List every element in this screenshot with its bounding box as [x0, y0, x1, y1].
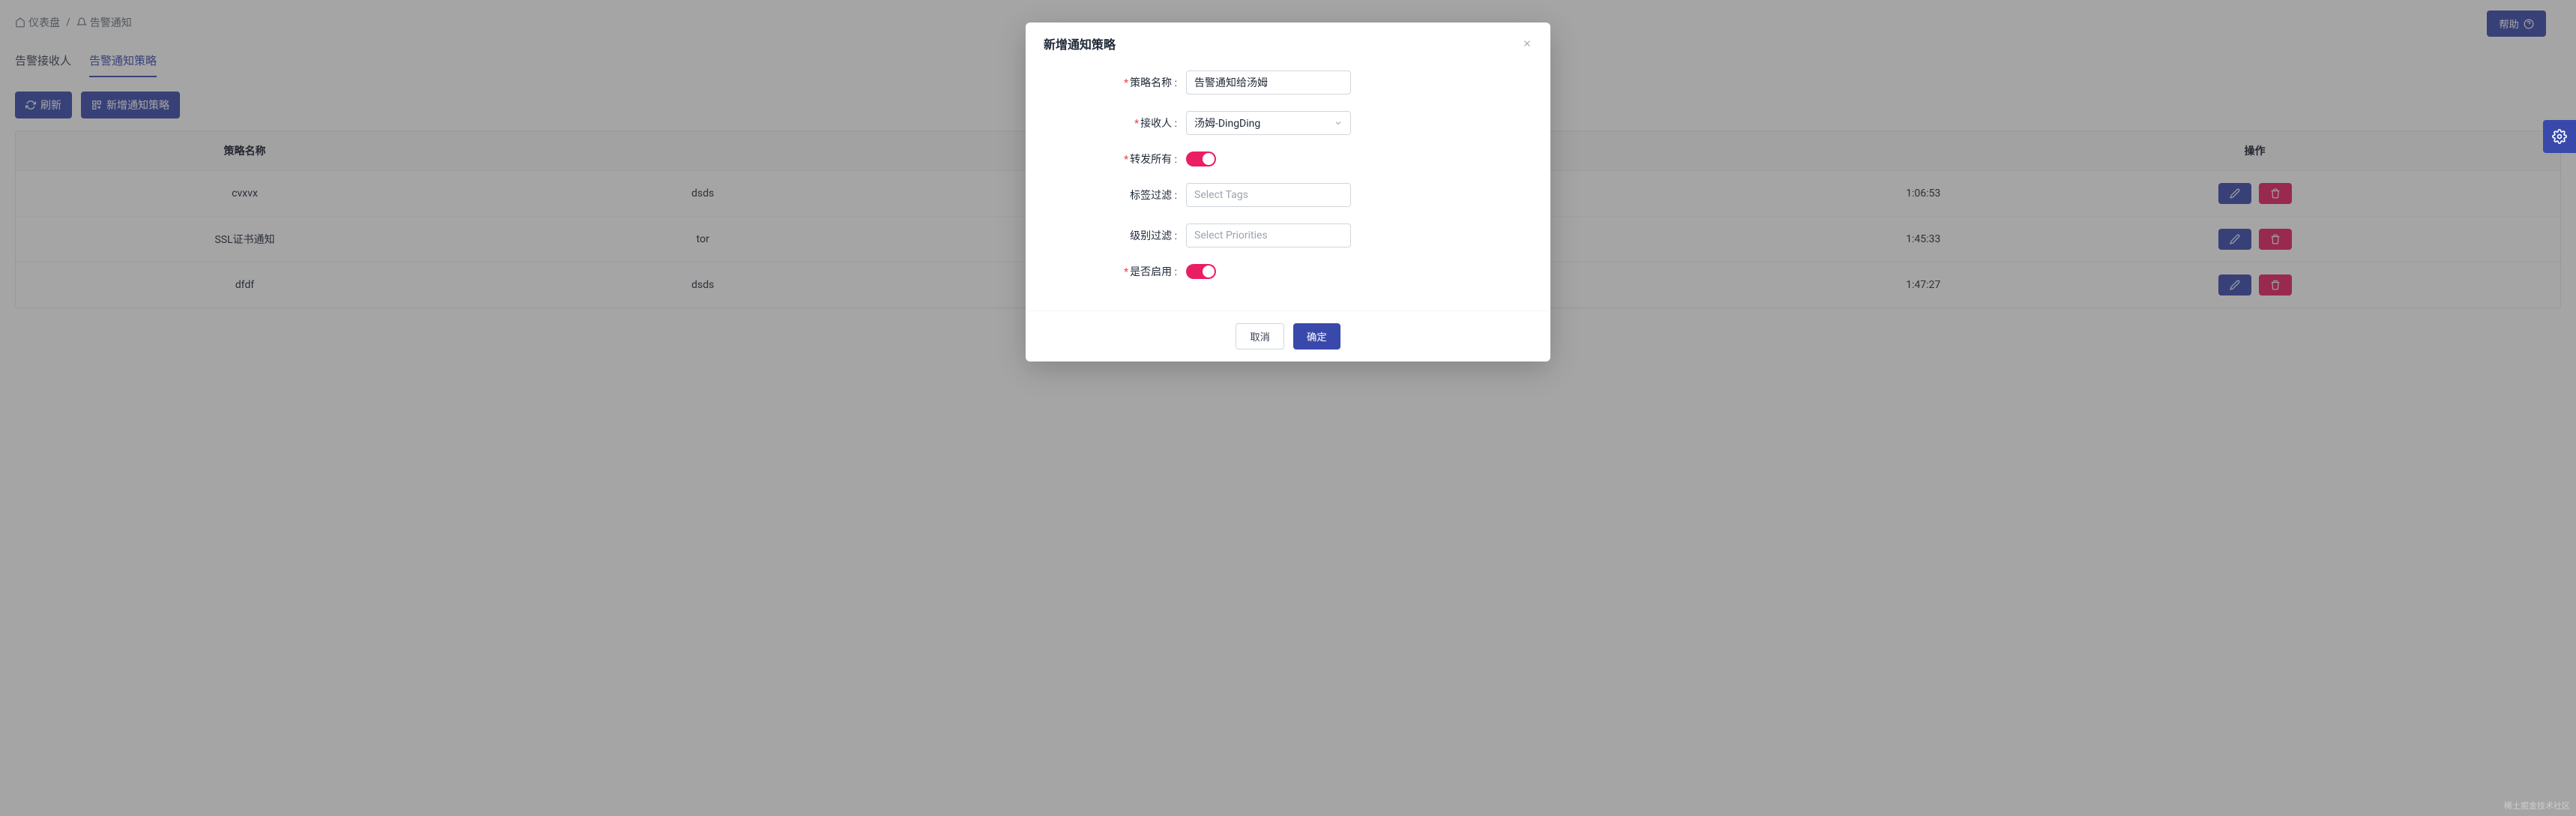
close-icon[interactable] [1522, 38, 1532, 49]
label-enabled: *是否启用 : [1044, 264, 1186, 279]
label-forward-all: *转发所有 : [1044, 152, 1186, 166]
tag-filter-select[interactable]: Select Tags [1186, 183, 1351, 207]
add-policy-modal: 新增通知策略 *策略名称 : *接收人 : 汤姆-DingDing [1026, 22, 1550, 362]
gear-icon [2552, 129, 2567, 144]
label-policy-name: *策略名称 : [1044, 75, 1186, 90]
level-filter-placeholder: Select Priorities [1194, 230, 1268, 242]
chevron-down-icon [1334, 118, 1343, 128]
receiver-select[interactable]: 汤姆-DingDing [1186, 111, 1351, 135]
cancel-button[interactable]: 取消 [1236, 323, 1284, 350]
tag-filter-placeholder: Select Tags [1194, 189, 1248, 201]
ok-button[interactable]: 确定 [1293, 323, 1340, 350]
modal-title: 新增通知策略 [1044, 34, 1116, 52]
level-filter-select[interactable]: Select Priorities [1186, 224, 1351, 248]
receiver-value: 汤姆-DingDing [1194, 116, 1260, 130]
modal-overlay[interactable]: 新增通知策略 *策略名称 : *接收人 : 汤姆-DingDing [0, 0, 2576, 816]
label-receiver: *接收人 : [1044, 116, 1186, 130]
forward-all-toggle[interactable] [1186, 152, 1216, 166]
watermark: 稀土掘金技术社区 [2504, 800, 2570, 812]
label-level-filter: 级别过滤 : [1044, 228, 1186, 243]
enabled-toggle[interactable] [1186, 264, 1216, 279]
label-tag-filter: 标签过滤 : [1044, 188, 1186, 202]
policy-name-input[interactable] [1186, 70, 1351, 94]
settings-fab[interactable] [2543, 120, 2576, 153]
